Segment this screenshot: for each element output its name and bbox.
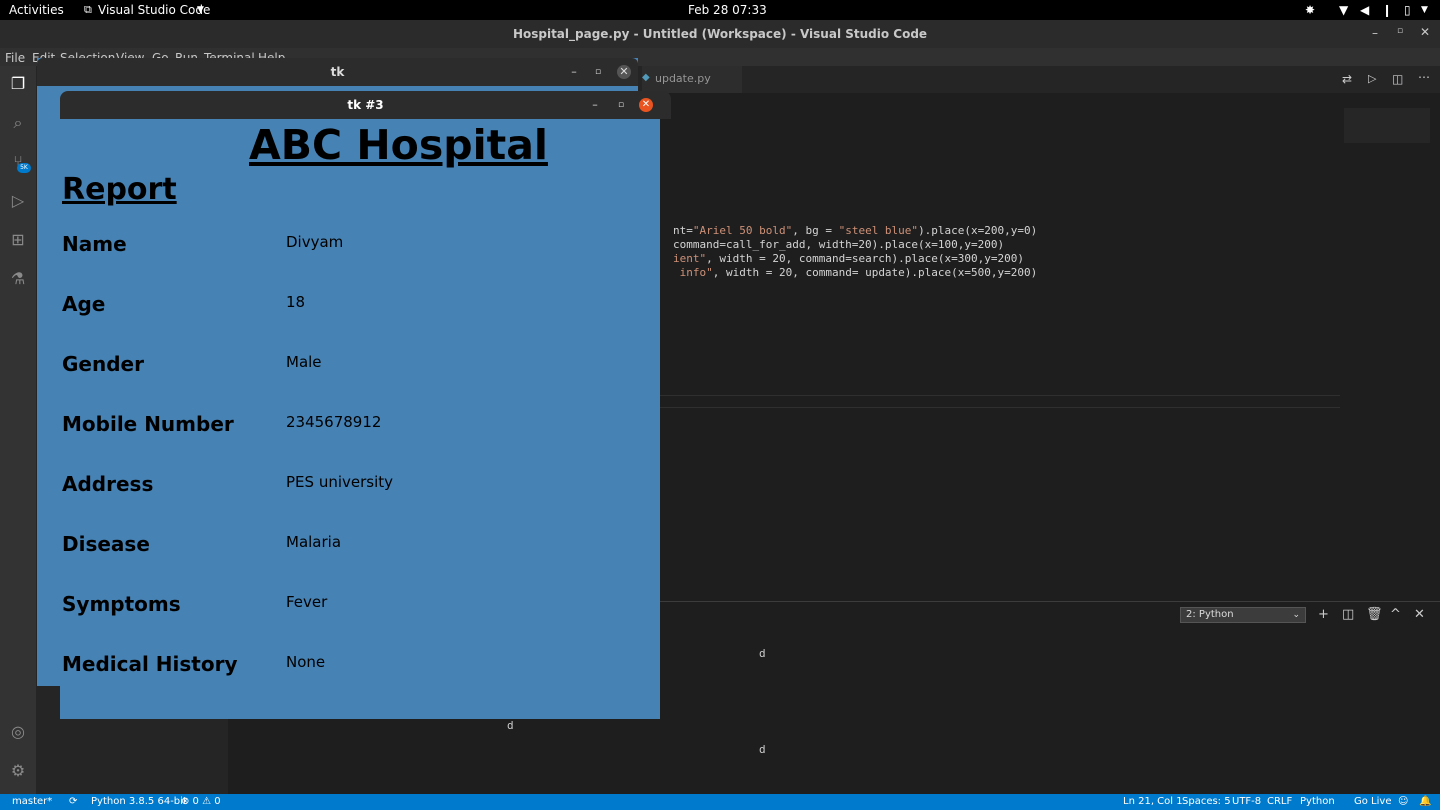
terminal-select-value: 2: Python: [1186, 609, 1234, 620]
app-menu-button[interactable]: Visual Studio Code: [98, 3, 210, 17]
field-label-medical-history: Medical History: [62, 652, 238, 676]
field-label-symptoms: Symptoms: [62, 592, 181, 616]
system-menu-caret-icon[interactable]: ▼: [1421, 5, 1428, 15]
code-line: nt="Ariel 50 bold", bg = "steel blue").p…: [673, 224, 1038, 237]
code-line: ient", width = 20, command=search).place…: [673, 252, 1025, 265]
run-debug-icon[interactable]: ▷: [8, 191, 28, 211]
sync-icon[interactable]: ⟳: [69, 796, 77, 807]
python-file-icon: ◆: [642, 72, 650, 83]
close-icon[interactable]: ✕: [1420, 25, 1430, 39]
tab-update-py[interactable]: ◆ update.py: [642, 66, 742, 93]
close-icon[interactable]: ✕: [617, 65, 631, 79]
minimap[interactable]: [1344, 108, 1430, 143]
status-bar: master* ⟳ Python 3.8.5 64-bit ⊗ 0 ⚠ 0 Ln…: [0, 794, 1440, 810]
system-top-bar: Activities ⧉ Visual Studio Code ▼ Feb 28…: [0, 0, 1440, 20]
field-value-age: 18: [286, 293, 306, 311]
go-live-button[interactable]: Go Live: [1354, 796, 1391, 807]
line-ending[interactable]: CRLF: [1267, 796, 1292, 807]
maximize-icon[interactable]: ▫: [1397, 26, 1403, 36]
field-label-name: Name: [62, 232, 127, 256]
field-label-mobile: Mobile Number: [62, 412, 234, 436]
field-label-address: Address: [62, 472, 154, 496]
field-value-gender: Male: [286, 353, 322, 371]
git-branch[interactable]: master*: [12, 796, 52, 807]
code-line: command=call_for_add, width=20).place(x=…: [673, 238, 1005, 251]
trash-icon[interactable]: 🗑: [1366, 607, 1383, 622]
minimize-icon[interactable]: –: [567, 65, 581, 79]
more-actions-icon[interactable]: ⋯: [1418, 70, 1430, 84]
window-title: Hospital_page.py - Untitled (Workspace) …: [512, 27, 928, 41]
activity-bar: ❐ ⌕ ⑂ 5K ▷ ⊞ ⚗ ◎ ⚙: [0, 66, 36, 794]
minimize-icon[interactable]: –: [588, 98, 602, 112]
cursor-position[interactable]: Ln 21, Col 1: [1123, 796, 1183, 807]
tk3-titlebar[interactable]: tk #3: [60, 91, 671, 119]
field-value-disease: Malaria: [286, 533, 342, 551]
encoding[interactable]: UTF-8: [1232, 796, 1261, 807]
split-editor-icon[interactable]: ◫: [1392, 72, 1403, 86]
language-mode[interactable]: Python: [1300, 796, 1335, 807]
terminal-output-line: d: [507, 719, 514, 732]
field-value-address: PES university: [286, 473, 394, 491]
maximize-icon[interactable]: ▫: [614, 98, 628, 112]
field-value-medical-history: None: [286, 653, 326, 671]
field-value-mobile: 2345678912: [286, 413, 382, 431]
menu-file[interactable]: File: [5, 51, 25, 65]
notifications-bell-icon[interactable]: 🔔: [1419, 796, 1431, 807]
compare-changes-icon[interactable]: ⇄: [1342, 72, 1352, 86]
terminal-output-line: d: [759, 647, 766, 660]
new-terminal-icon[interactable]: +: [1318, 607, 1329, 622]
source-control-badge: 5K: [17, 163, 31, 173]
hospital-title: ABC Hospital: [249, 121, 548, 169]
extensions-icon[interactable]: ⊞: [8, 230, 28, 250]
search-icon[interactable]: ⌕: [8, 113, 28, 133]
close-icon[interactable]: ✕: [639, 98, 653, 112]
minimize-icon[interactable]: –: [1372, 26, 1378, 40]
vscode-app-icon: ⧉: [84, 3, 92, 16]
microphone-icon: ❙: [1382, 3, 1393, 17]
problems-count[interactable]: ⊗ 0 ⚠ 0: [181, 796, 221, 807]
field-label-gender: Gender: [62, 352, 144, 376]
chevron-down-icon: ⌄: [1292, 610, 1300, 620]
wifi-icon: ▼: [1339, 3, 1349, 17]
python-interpreter[interactable]: Python 3.8.5 64-bit: [91, 796, 187, 807]
maximize-icon[interactable]: ▫: [591, 65, 605, 79]
split-terminal-icon[interactable]: ◫: [1342, 607, 1354, 622]
report-body: ABC Hospital Report Name Divyam Age 18 G…: [60, 119, 660, 719]
terminal-output-line: d: [759, 743, 766, 756]
clock[interactable]: Feb 28 07:33: [688, 3, 767, 17]
tk-window-title: tk: [330, 65, 345, 79]
report-heading: Report: [62, 172, 177, 207]
tk-window-titlebar[interactable]: tk: [37, 58, 638, 86]
tk3-window-title: tk #3: [347, 98, 384, 112]
tk3-report-window[interactable]: tk #3 – ▫ ✕ ABC Hospital Report Name Div…: [60, 91, 671, 719]
activities-button[interactable]: Activities: [9, 3, 64, 17]
tab-label: update.py: [655, 72, 711, 85]
explorer-icon[interactable]: ❐: [8, 74, 28, 94]
feedback-icon[interactable]: ☺: [1398, 796, 1408, 807]
terminal-select[interactable]: 2: Python ⌄: [1180, 607, 1306, 623]
field-value-symptoms: Fever: [286, 593, 328, 611]
battery-icon: ▯: [1404, 3, 1411, 17]
app-menu-caret-icon: ▼: [197, 5, 204, 15]
testing-icon[interactable]: ⚗: [8, 269, 28, 289]
field-value-name: Divyam: [286, 233, 344, 251]
field-label-disease: Disease: [62, 532, 150, 556]
maximize-panel-icon[interactable]: ^: [1390, 607, 1401, 622]
close-panel-icon[interactable]: ✕: [1414, 607, 1425, 622]
vscode-titlebar: Hospital_page.py - Untitled (Workspace) …: [0, 20, 1440, 48]
settings-gear-icon[interactable]: ⚙: [8, 761, 28, 781]
account-icon[interactable]: ◎: [8, 722, 28, 742]
indentation[interactable]: Spaces: 5: [1182, 796, 1231, 807]
code-line: info", width = 20, command= update).plac…: [673, 266, 1038, 279]
volume-icon: ◀: [1360, 3, 1370, 17]
run-file-icon[interactable]: ▷: [1368, 72, 1376, 85]
field-label-age: Age: [62, 292, 106, 316]
network-app-icon[interactable]: ✸: [1305, 3, 1315, 17]
